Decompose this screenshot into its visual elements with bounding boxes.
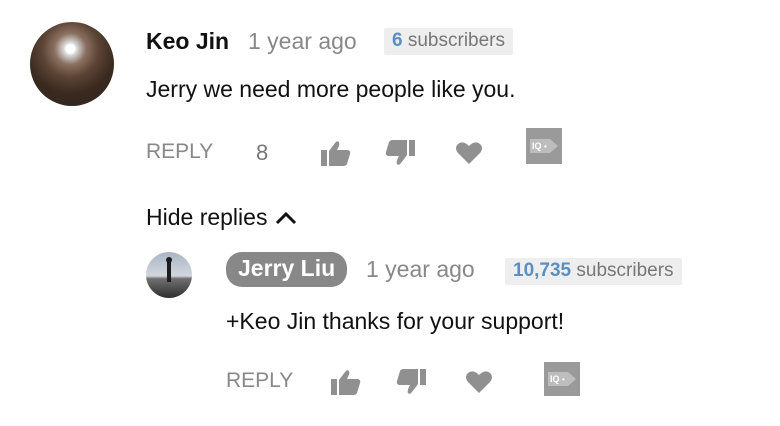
- iq-flag-icon[interactable]: IQ •: [526, 128, 562, 164]
- svg-text:IQ: IQ: [550, 374, 560, 384]
- subscribers-count: 10,735: [513, 260, 572, 281]
- avatar-figure: [166, 257, 172, 282]
- thumbs-up-icon[interactable]: [320, 139, 352, 167]
- heart-icon[interactable]: [465, 370, 493, 394]
- subscribers-badge: 6 subscribers: [384, 28, 514, 55]
- subscribers-label: subscribers: [576, 260, 674, 281]
- comment-author[interactable]: Keo Jin: [146, 28, 229, 55]
- like-count: 8: [256, 140, 269, 165]
- comment-time[interactable]: 1 year ago: [248, 28, 357, 55]
- svg-text:IQ: IQ: [532, 141, 542, 151]
- hide-replies-toggle[interactable]: Hide replies: [146, 204, 297, 231]
- subscribers-count: 6: [392, 30, 403, 51]
- reply-button[interactable]: REPLY: [226, 369, 293, 393]
- reply-author[interactable]: Jerry Liu: [226, 252, 348, 287]
- iq-flag-icon[interactable]: IQ •: [544, 362, 580, 396]
- thumbs-down-icon[interactable]: [384, 139, 416, 167]
- subscribers-badge: 10,735 subscribers: [505, 258, 682, 285]
- hide-replies-label: Hide replies: [146, 204, 268, 230]
- svg-text:•: •: [544, 142, 547, 151]
- comment-text: Jerry we need more people like you.: [146, 76, 516, 102]
- avatar[interactable]: [146, 252, 192, 298]
- reply-button[interactable]: REPLY: [146, 140, 213, 164]
- thumbs-up-icon[interactable]: [330, 368, 362, 396]
- thumbs-down-icon[interactable]: [395, 368, 427, 396]
- subscribers-label: subscribers: [407, 30, 506, 51]
- avatar[interactable]: [30, 22, 114, 106]
- svg-text:•: •: [562, 375, 565, 384]
- chevron-up-icon: [276, 211, 297, 224]
- reply-text: +Keo Jin thanks for your support!: [226, 308, 565, 334]
- reply-time[interactable]: 1 year ago: [366, 256, 475, 283]
- heart-icon[interactable]: [455, 141, 483, 165]
